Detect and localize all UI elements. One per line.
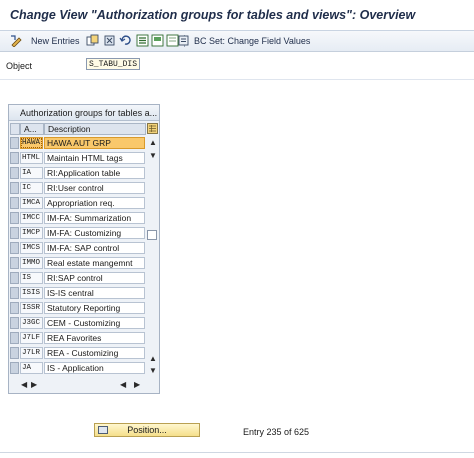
position-label: Position...: [127, 425, 167, 435]
row-selector[interactable]: [10, 332, 19, 344]
description-cell[interactable]: IS - Application: [44, 362, 145, 374]
scroll-right-icon[interactable]: ▶: [31, 381, 37, 389]
row-selector[interactable]: [10, 137, 19, 149]
description-cell[interactable]: IS-IS central: [44, 287, 145, 299]
code-cell[interactable]: IMCP: [20, 227, 43, 239]
code-cell[interactable]: IS: [20, 272, 43, 284]
column-header-description[interactable]: Description: [44, 123, 146, 135]
description-cell[interactable]: RI:SAP control: [44, 272, 145, 284]
delete-icon[interactable]: [103, 34, 116, 47]
code-cell[interactable]: HTML: [20, 152, 43, 164]
code-cell[interactable]: IA: [20, 167, 43, 179]
row-selector[interactable]: [10, 212, 19, 224]
scroll-up-icon[interactable]: ▲: [149, 139, 157, 147]
description-cell[interactable]: HAWA AUT GRP: [44, 137, 145, 149]
description-cell[interactable]: IM-FA: Summarization: [44, 212, 145, 224]
code-cell[interactable]: IC: [20, 182, 43, 194]
vertical-scroll-thumb[interactable]: [147, 230, 157, 240]
object-label: Object: [6, 61, 33, 71]
description-cell[interactable]: RI:Application table: [44, 167, 145, 179]
description-cell[interactable]: Appropriation req.: [44, 197, 145, 209]
select-all-icon[interactable]: [136, 34, 149, 47]
code-cell[interactable]: IMMO: [20, 257, 43, 269]
description-cell[interactable]: REA - Customizing: [44, 347, 145, 359]
position-icon: [98, 426, 108, 434]
scroll-right-icon[interactable]: ▶: [134, 381, 140, 389]
code-cell[interactable]: IMCA: [20, 197, 43, 209]
scroll-up-icon[interactable]: ▲: [149, 355, 157, 363]
window-title: Change View "Authorization groups for ta…: [10, 8, 416, 22]
divider: [0, 79, 474, 80]
code-cell[interactable]: ISIS: [20, 287, 43, 299]
display-change-icon[interactable]: [10, 34, 23, 47]
code-cell[interactable]: J3GC: [20, 317, 43, 329]
description-cell[interactable]: Real estate mangemnt: [44, 257, 145, 269]
divider: [0, 452, 474, 453]
code-cell[interactable]: IMCC: [20, 212, 43, 224]
row-selector[interactable]: [10, 347, 19, 359]
code-cell[interactable]: JA: [20, 362, 43, 374]
code-cell[interactable]: HAWA: [20, 137, 43, 149]
row-selector[interactable]: [10, 317, 19, 329]
code-cell[interactable]: J7LR: [20, 347, 43, 359]
select-all-rows-button[interactable]: [10, 123, 20, 135]
row-selector[interactable]: [10, 242, 19, 254]
description-cell[interactable]: IM-FA: SAP control: [44, 242, 145, 254]
scroll-left-icon[interactable]: ◀: [120, 381, 126, 389]
scroll-down-icon[interactable]: ▼: [149, 367, 157, 375]
table-title: Authorization groups for tables a...: [9, 105, 159, 121]
object-field[interactable]: S_TABU_DIS: [86, 58, 140, 70]
new-entries-button[interactable]: New Entries: [31, 34, 80, 48]
row-selector[interactable]: [10, 167, 19, 179]
row-selector[interactable]: [10, 257, 19, 269]
description-cell[interactable]: Maintain HTML tags: [44, 152, 145, 164]
description-cell[interactable]: CEM - Customizing: [44, 317, 145, 329]
row-selector[interactable]: [10, 152, 19, 164]
position-button[interactable]: Position...: [94, 423, 200, 437]
select-block-icon[interactable]: [151, 34, 164, 47]
scroll-left-icon[interactable]: ◀: [21, 381, 27, 389]
row-selector[interactable]: [10, 362, 19, 374]
scroll-down-icon[interactable]: ▼: [149, 152, 157, 160]
row-selector[interactable]: [10, 182, 19, 194]
description-cell[interactable]: RI:User control: [44, 182, 145, 194]
row-selector[interactable]: [10, 302, 19, 314]
description-cell[interactable]: IM-FA: Customizing: [44, 227, 145, 239]
row-selector[interactable]: [10, 227, 19, 239]
row-selector[interactable]: [10, 287, 19, 299]
column-header-code[interactable]: A...: [20, 123, 44, 135]
description-cell[interactable]: Statutory Reporting: [44, 302, 145, 314]
description-cell[interactable]: REA Favorites: [44, 332, 145, 344]
table-settings-icon[interactable]: [147, 123, 158, 134]
title-bar: Change View "Authorization groups for ta…: [0, 0, 474, 31]
copy-icon[interactable]: [86, 34, 99, 47]
application-toolbar: New Entries BC Set: Change Field Values: [0, 31, 474, 52]
undo-icon[interactable]: [119, 34, 132, 47]
row-selector[interactable]: [10, 197, 19, 209]
bc-set-label: BC Set: Change Field Values: [194, 36, 311, 46]
entry-count: Entry 235 of 625: [243, 427, 310, 437]
code-cell[interactable]: ISSR: [20, 302, 43, 314]
bc-set-change-field-values-button[interactable]: BC Set: Change Field Values: [194, 34, 310, 48]
bc-set-icon[interactable]: [177, 34, 190, 47]
code-cell[interactable]: J7LF: [20, 332, 43, 344]
code-cell[interactable]: IMCS: [20, 242, 43, 254]
row-selector[interactable]: [10, 272, 19, 284]
new-entries-label: New Entries: [31, 36, 80, 46]
